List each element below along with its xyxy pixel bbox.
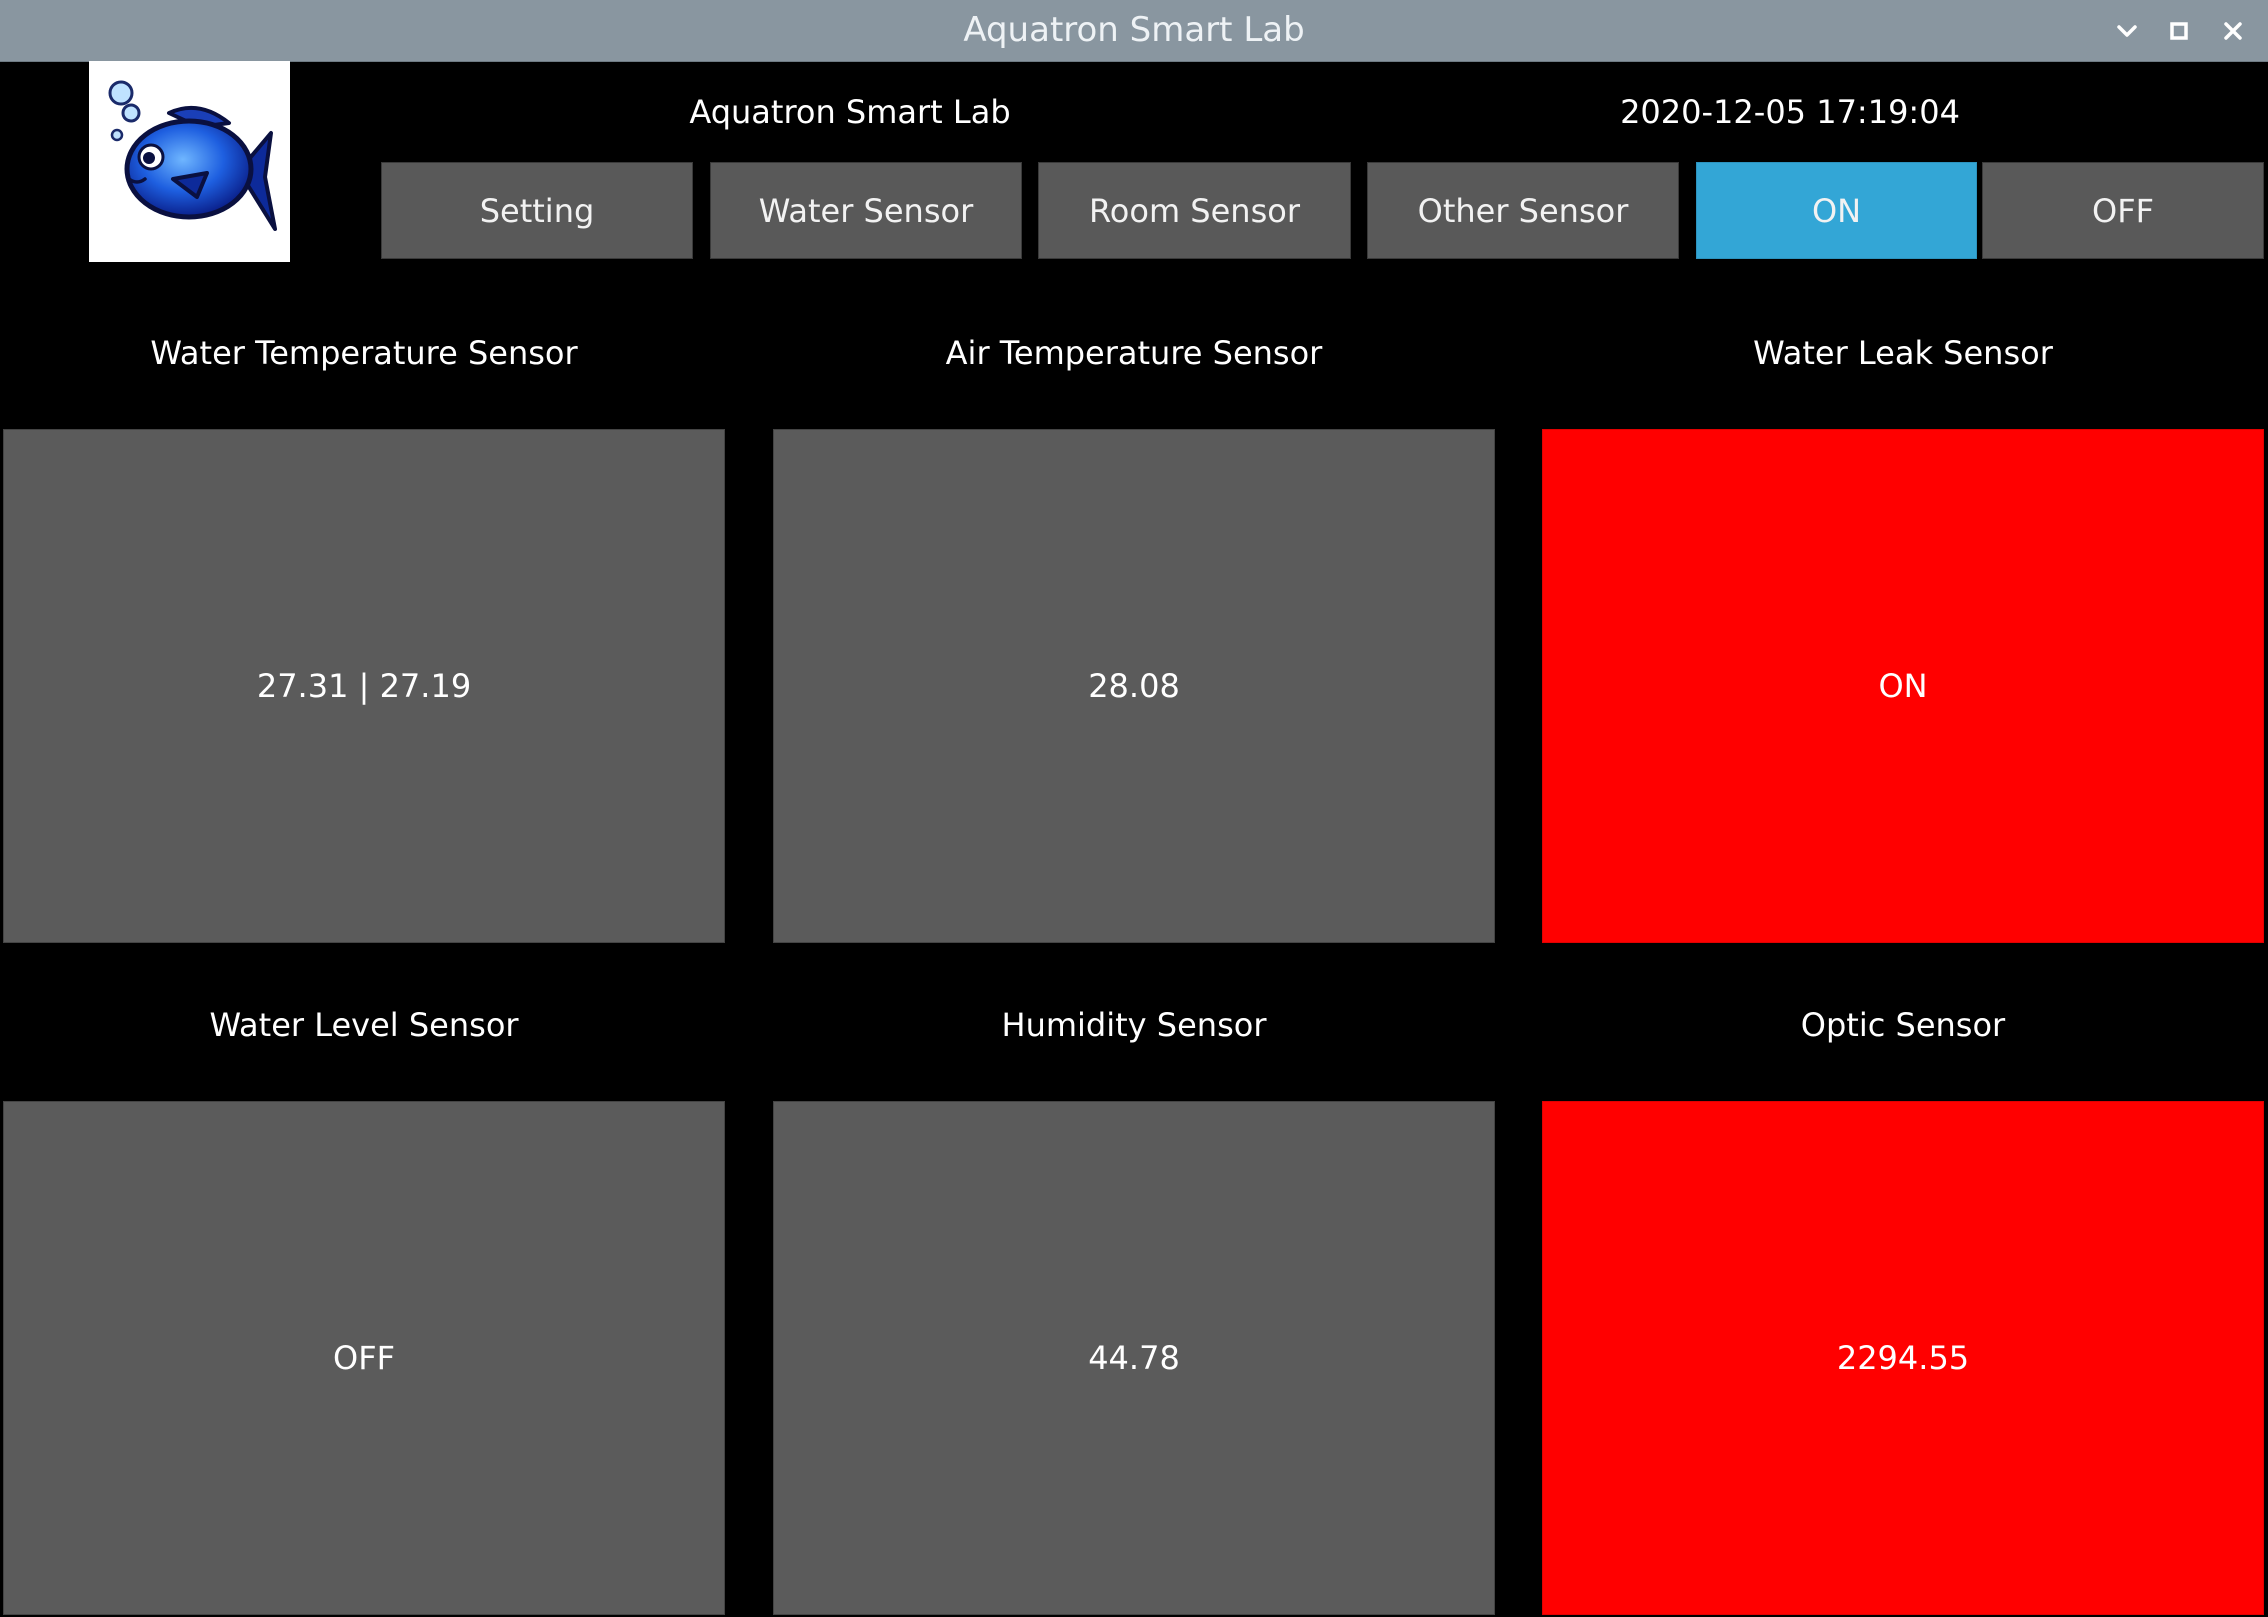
close-icon: [2224, 22, 2242, 40]
water-sensor-button[interactable]: Water Sensor: [710, 162, 1022, 259]
sensor-tile-water-temperature: 27.31 | 27.19: [3, 429, 725, 943]
maximize-icon: [2170, 22, 2188, 40]
window-title: Aquatron Smart Lab: [963, 10, 1305, 50]
sensor-value-air-temperature: 28.08: [1088, 667, 1180, 705]
fish-logo: [89, 61, 290, 262]
off-button[interactable]: OFF: [1982, 162, 2264, 259]
sensor-value-water-temperature: 27.31 | 27.19: [256, 667, 472, 705]
app-title: Aquatron Smart Lab: [689, 93, 1011, 131]
app-window: Aquatron Smart Lab Aquatron Smart Lab 20…: [0, 0, 2268, 1617]
sensor-tile-water-level: OFF: [3, 1101, 725, 1615]
sensor-tile-humidity: 44.78: [773, 1101, 1495, 1615]
sensor-tile-water-leak: ON: [1542, 429, 2264, 943]
sensor-tile-optic: 2294.55: [1542, 1101, 2264, 1615]
close-button[interactable]: [2214, 12, 2252, 50]
setting-button[interactable]: Setting: [381, 162, 693, 259]
other-sensor-button[interactable]: Other Sensor: [1367, 162, 1679, 259]
on-button[interactable]: ON: [1696, 162, 1977, 259]
maximize-button[interactable]: [2160, 12, 2198, 50]
sensor-tile-air-temperature: 28.08: [773, 429, 1495, 943]
sensor-label-optic: Optic Sensor: [1800, 1006, 2006, 1044]
sensor-value-water-level: OFF: [333, 1339, 395, 1377]
sensor-value-water-leak: ON: [1878, 667, 1928, 705]
sensor-label-air-temperature: Air Temperature Sensor: [945, 334, 1323, 372]
chevron-down-icon: [2117, 25, 2137, 37]
minimize-button[interactable]: [2108, 12, 2146, 50]
sensor-value-humidity: 44.78: [1088, 1339, 1180, 1377]
sensor-label-water-temperature: Water Temperature Sensor: [150, 334, 578, 372]
sensor-label-water-leak: Water Leak Sensor: [1753, 334, 2053, 372]
sensor-label-water-level: Water Level Sensor: [209, 1006, 519, 1044]
fish-logo-icon: [108, 80, 277, 231]
title-bar[interactable]: Aquatron Smart Lab: [0, 0, 2268, 62]
datetime-display: 2020-12-05 17:19:04: [1620, 93, 1960, 131]
sensor-label-humidity: Humidity Sensor: [1001, 1006, 1267, 1044]
sensor-value-optic: 2294.55: [1836, 1339, 1970, 1377]
room-sensor-button[interactable]: Room Sensor: [1038, 162, 1351, 259]
